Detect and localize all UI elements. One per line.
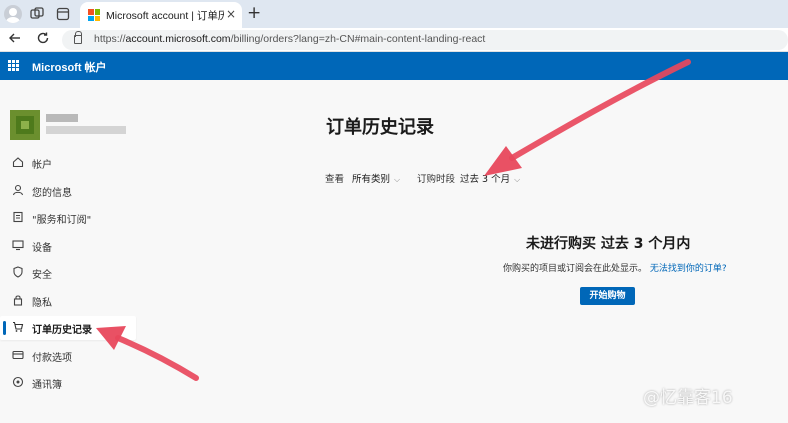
watermark: @忆靠客16 <box>643 388 733 408</box>
annotation-arrows <box>96 59 691 381</box>
annotation-arrow-period <box>484 59 691 176</box>
annotation-arrow-sidebar <box>96 326 199 381</box>
